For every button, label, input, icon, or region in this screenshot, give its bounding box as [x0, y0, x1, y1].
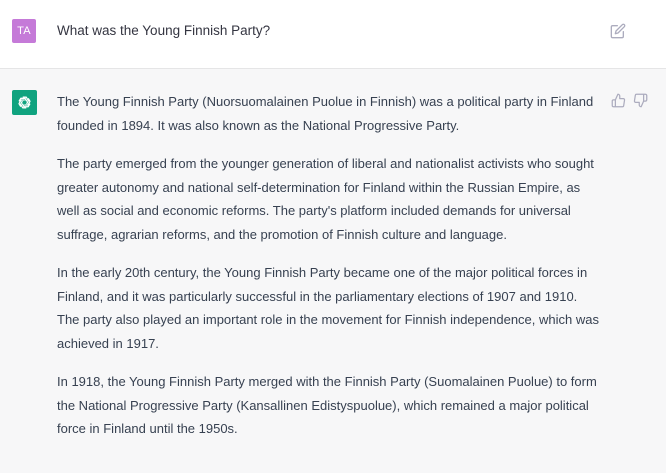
openai-logo-icon — [12, 90, 37, 115]
answer-paragraph: The party emerged from the younger gener… — [57, 156, 594, 242]
user-message-text: What was the Young Finnish Party? — [57, 23, 271, 38]
assistant-message-row: The Young Finnish Party (Nuorsuomalainen… — [0, 69, 666, 473]
feedback-buttons — [611, 93, 648, 108]
edit-icon[interactable] — [610, 23, 626, 39]
answer-paragraph: In the early 20th century, the Young Fin… — [57, 265, 599, 351]
thumbs-down-icon[interactable] — [633, 93, 648, 108]
assistant-answer: The Young Finnish Party (Nuorsuomalainen… — [57, 90, 603, 456]
thumbs-up-icon[interactable] — [611, 93, 626, 108]
user-avatar: TA — [12, 19, 36, 43]
answer-paragraph: In 1918, the Young Finnish Party merged … — [57, 374, 597, 436]
answer-paragraph: The Young Finnish Party (Nuorsuomalainen… — [57, 94, 594, 133]
user-message-row: TA What was the Young Finnish Party? — [0, 0, 666, 69]
